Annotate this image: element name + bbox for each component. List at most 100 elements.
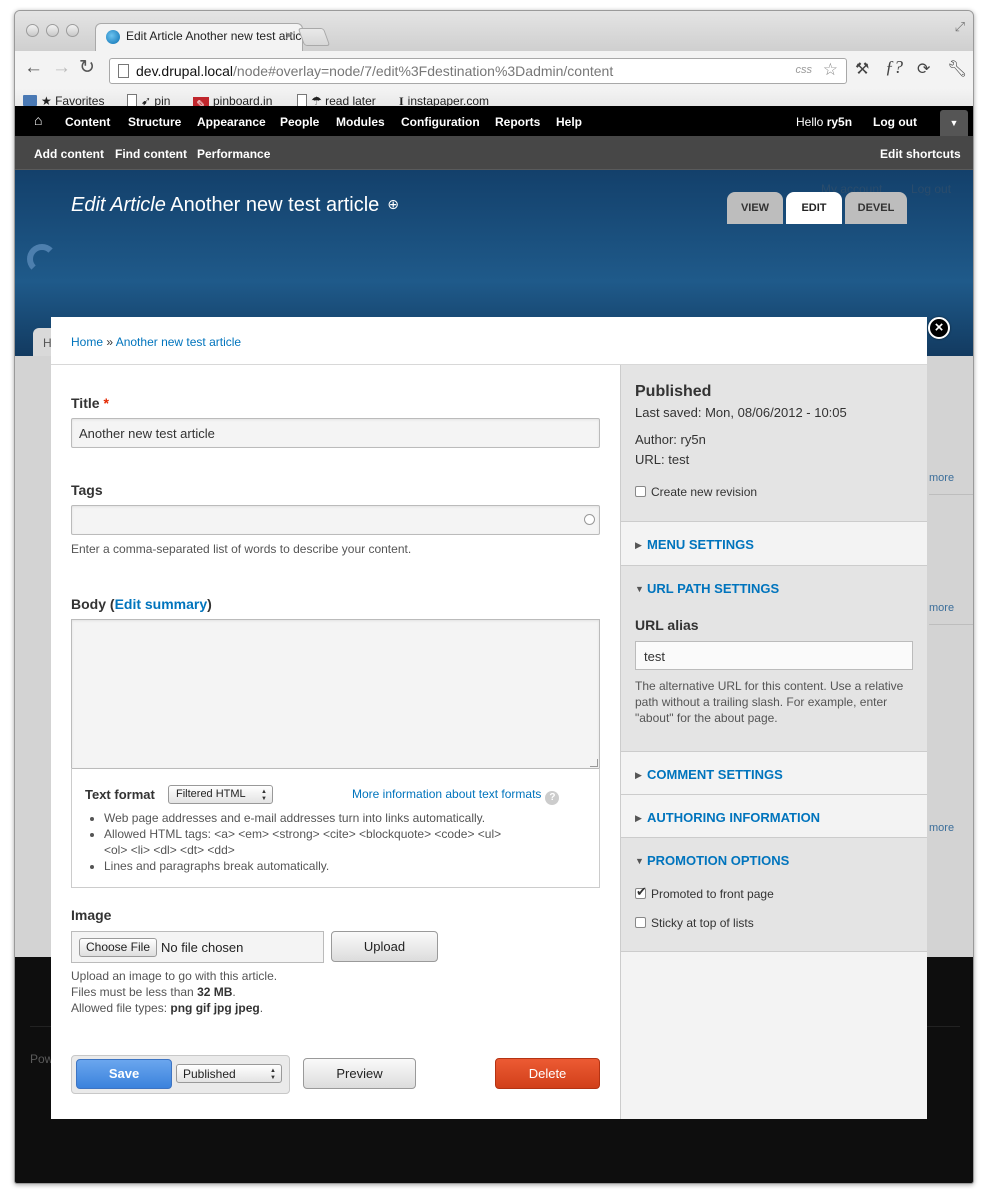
shortcut-performance[interactable]: Performance bbox=[197, 147, 270, 161]
greeting-username: ry5n bbox=[826, 115, 853, 129]
tab-title: Edit Article Another new test article bbox=[126, 29, 303, 43]
promotion-options-label: PROMOTION OPTIONS bbox=[647, 853, 790, 868]
body-label: Body (Edit summary) bbox=[71, 596, 212, 612]
breadcrumb: Home » Another new test article bbox=[71, 335, 241, 349]
select-arrows-icon: ▲ ▼ bbox=[261, 789, 267, 802]
tags-input[interactable] bbox=[71, 505, 600, 535]
url-alias-label: URL alias bbox=[635, 617, 699, 633]
sticky-checkbox[interactable] bbox=[635, 917, 646, 928]
admin-menu-people[interactable]: People bbox=[280, 115, 319, 129]
firebug-f-icon[interactable]: ƒ? bbox=[885, 57, 903, 78]
text-format-select[interactable]: Filtered HTML ▲ ▼ bbox=[168, 785, 273, 804]
admin-menu-help[interactable]: Help bbox=[556, 115, 582, 129]
authoring-information-section[interactable]: ▶ AUTHORING INFORMATION bbox=[621, 795, 927, 838]
reload-icon[interactable]: ↻ bbox=[79, 57, 95, 79]
menu-settings-toggle[interactable]: ▶ MENU SETTINGS bbox=[635, 537, 754, 552]
sticky-label[interactable]: Sticky at top of lists bbox=[651, 916, 754, 930]
file-types-prefix: Allowed file types: bbox=[71, 1001, 171, 1015]
image-description-2: Files must be less than 32 MB. bbox=[71, 984, 236, 1000]
shortcut-toggle-button[interactable]: ▼ bbox=[940, 110, 968, 136]
settings-wrench-icon[interactable]: 🔧︎ bbox=[947, 59, 967, 79]
admin-logout-link[interactable]: Log out bbox=[873, 115, 917, 129]
promoted-label[interactable]: Promoted to front page bbox=[651, 887, 774, 901]
author-info: Author: ry5n bbox=[635, 432, 706, 447]
fullscreen-icon[interactable]: ⤢ bbox=[955, 19, 965, 35]
preview-button[interactable]: Preview bbox=[303, 1058, 416, 1089]
shortcut-bar: Add content Find content Performance Edi… bbox=[15, 136, 973, 170]
choose-file-button[interactable]: Choose File bbox=[79, 938, 157, 957]
url-path-settings-label: URL PATH SETTINGS bbox=[647, 581, 780, 596]
resize-grip-icon[interactable] bbox=[590, 759, 598, 767]
address-bar[interactable]: dev.drupal.local/node#overlay=node/7/edi… bbox=[109, 58, 847, 84]
user-greeting[interactable]: Hello ry5n bbox=[796, 115, 852, 129]
title-input[interactable]: Another new test article bbox=[71, 418, 600, 448]
menu-settings-section[interactable]: ▶ MENU SETTINGS bbox=[621, 522, 927, 566]
admin-menu-appearance[interactable]: Appearance bbox=[197, 115, 266, 129]
admin-menu-configuration[interactable]: Configuration bbox=[401, 115, 480, 129]
publish-status-select[interactable]: Published ▲ ▼ bbox=[176, 1064, 282, 1083]
node-form-main: Title * Another new test article Tags Ent… bbox=[51, 365, 620, 1119]
background-more-link[interactable]: more bbox=[929, 602, 954, 614]
new-tab-button[interactable] bbox=[297, 28, 331, 46]
home-icon[interactable]: ⌂ bbox=[34, 112, 42, 128]
secondary-link-log-out[interactable]: Log out bbox=[911, 182, 951, 196]
edit-summary-link[interactable]: Edit summary bbox=[115, 596, 208, 612]
image-file-input[interactable]: Choose File No file chosen bbox=[71, 931, 324, 963]
tab-view[interactable]: VIEW bbox=[727, 192, 783, 224]
sync-icon[interactable]: ⟳ bbox=[917, 59, 930, 79]
forward-arrow-icon[interactable]: → bbox=[52, 57, 71, 79]
collapsed-arrow-icon: ▶ bbox=[635, 770, 642, 780]
authoring-information-toggle[interactable]: ▶ AUTHORING INFORMATION bbox=[635, 810, 820, 825]
delete-button[interactable]: Delete bbox=[495, 1058, 600, 1089]
background-more-link[interactable]: more bbox=[929, 472, 954, 484]
overlay-close-button[interactable]: × bbox=[928, 317, 950, 339]
text-format-help-link[interactable]: More information about text formats? bbox=[352, 787, 560, 805]
save-button[interactable]: Save bbox=[76, 1059, 172, 1089]
collapsed-arrow-icon: ▶ bbox=[635, 813, 642, 823]
css-badge[interactable]: css bbox=[796, 64, 813, 76]
add-shortcut-icon[interactable]: ⊕ bbox=[387, 196, 399, 213]
admin-menu-modules[interactable]: Modules bbox=[336, 115, 385, 129]
admin-menu-content[interactable]: Content bbox=[65, 115, 110, 129]
edit-shortcuts-link[interactable]: Edit shortcuts bbox=[880, 147, 961, 161]
edit-overlay-dialog: Home » Another new test article Title * A… bbox=[51, 317, 927, 1119]
promotion-options-toggle[interactable]: ▼ PROMOTION OPTIONS bbox=[635, 853, 789, 868]
max-size-prefix: Files must be less than bbox=[71, 985, 198, 999]
comment-settings-label: COMMENT SETTINGS bbox=[647, 767, 783, 782]
url-path-settings-toggle[interactable]: ▼ URL PATH SETTINGS bbox=[635, 581, 779, 596]
wrench-tool-icon[interactable]: ⚒ bbox=[855, 59, 869, 79]
promotion-options-section: ▼PROMOTION OPTIONS Promoted to front pag… bbox=[621, 838, 927, 952]
expanded-arrow-icon: ▼ bbox=[635, 584, 644, 594]
create-revision-label[interactable]: Create new revision bbox=[651, 485, 757, 499]
background-more-link[interactable]: more bbox=[929, 822, 954, 834]
browser-tab[interactable]: Edit Article Another new test article ✕ bbox=[95, 23, 303, 51]
url-alias-input[interactable]: test bbox=[635, 641, 913, 670]
max-size-suffix: . bbox=[232, 985, 236, 999]
comment-settings-toggle[interactable]: ▶ COMMENT SETTINGS bbox=[635, 767, 783, 782]
admin-menu-structure[interactable]: Structure bbox=[128, 115, 181, 129]
promoted-checkbox[interactable] bbox=[635, 884, 647, 900]
url-alias-description: The alternative URL for this content. Us… bbox=[635, 679, 904, 725]
breadcrumb-current[interactable]: Another new test article bbox=[116, 335, 241, 349]
upload-button[interactable]: Upload bbox=[331, 931, 438, 962]
image-description-3: Allowed file types: png gif jpg jpeg. bbox=[71, 1000, 263, 1016]
tab-edit[interactable]: EDIT bbox=[786, 192, 842, 224]
minimize-window-button[interactable] bbox=[46, 24, 59, 37]
body-textarea[interactable] bbox=[71, 619, 600, 769]
tags-description: Enter a comma-separated list of words to… bbox=[71, 542, 412, 556]
bookmark-star-icon[interactable]: ☆ bbox=[823, 60, 838, 80]
shortcut-find-content[interactable]: Find content bbox=[115, 147, 187, 161]
admin-menu-reports[interactable]: Reports bbox=[495, 115, 540, 129]
comment-settings-section[interactable]: ▶ COMMENT SETTINGS bbox=[621, 752, 927, 795]
tab-devel[interactable]: DEVEL bbox=[845, 192, 907, 224]
breadcrumb-home[interactable]: Home bbox=[71, 335, 103, 349]
shortcut-add-content[interactable]: Add content bbox=[34, 147, 104, 161]
zoom-window-button[interactable] bbox=[66, 24, 79, 37]
background-logo-fragment bbox=[27, 244, 57, 274]
close-window-button[interactable] bbox=[26, 24, 39, 37]
authoring-information-label: AUTHORING INFORMATION bbox=[647, 810, 821, 825]
page-title: Edit Article Another new test article ⊕ bbox=[71, 194, 399, 217]
tab-close-icon[interactable]: ✕ bbox=[284, 29, 294, 43]
create-revision-checkbox[interactable] bbox=[635, 486, 646, 497]
back-arrow-icon[interactable]: ← bbox=[24, 57, 43, 79]
